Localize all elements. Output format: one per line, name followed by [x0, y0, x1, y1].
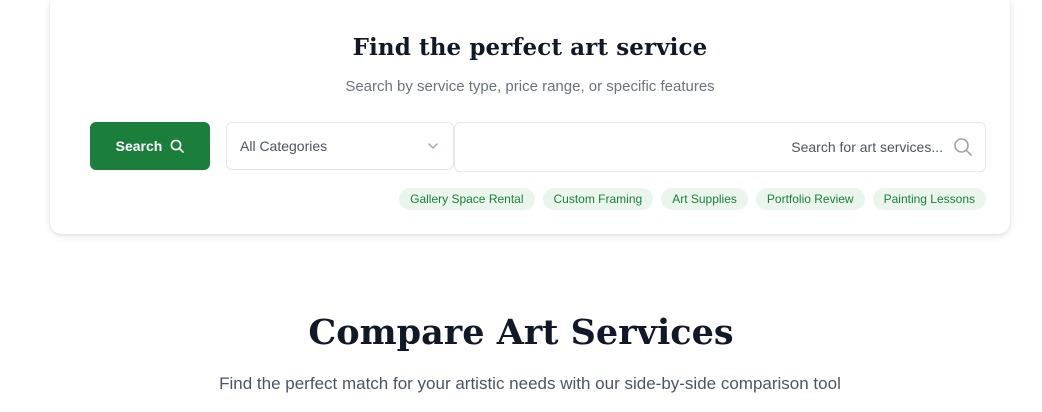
search-card-subtitle: Search by service type, price range, or … [345, 78, 715, 95]
search-button[interactable]: Search [90, 122, 210, 170]
tag-art-supplies[interactable]: Art Supplies [661, 188, 748, 210]
search-field [454, 122, 986, 172]
tag-painting-lessons[interactable]: Painting Lessons [872, 188, 986, 210]
search-button-label: Search [115, 138, 163, 154]
search-card-title: Find the perfect art service [352, 34, 708, 61]
search-input[interactable] [503, 139, 943, 155]
tag-custom-framing[interactable]: Custom Framing [542, 188, 654, 210]
compare-section-subtitle: Find the perfect match for your artistic… [219, 374, 841, 393]
compare-section-title: Compare Art Services [308, 312, 734, 353]
category-select[interactable]: All Categories [226, 122, 454, 170]
search-icon [170, 139, 185, 153]
tag-portfolio-review[interactable]: Portfolio Review [755, 188, 865, 210]
popular-tags: Gallery Space Rental Custom Framing Art … [399, 188, 986, 210]
tag-gallery-space-rental[interactable]: Gallery Space Rental [399, 188, 535, 210]
category-select-value: All Categories [240, 138, 328, 154]
search-icon [954, 138, 972, 156]
search-card: Find the perfect art service Search by s… [50, 0, 1010, 234]
chevron-down-icon [428, 143, 438, 149]
